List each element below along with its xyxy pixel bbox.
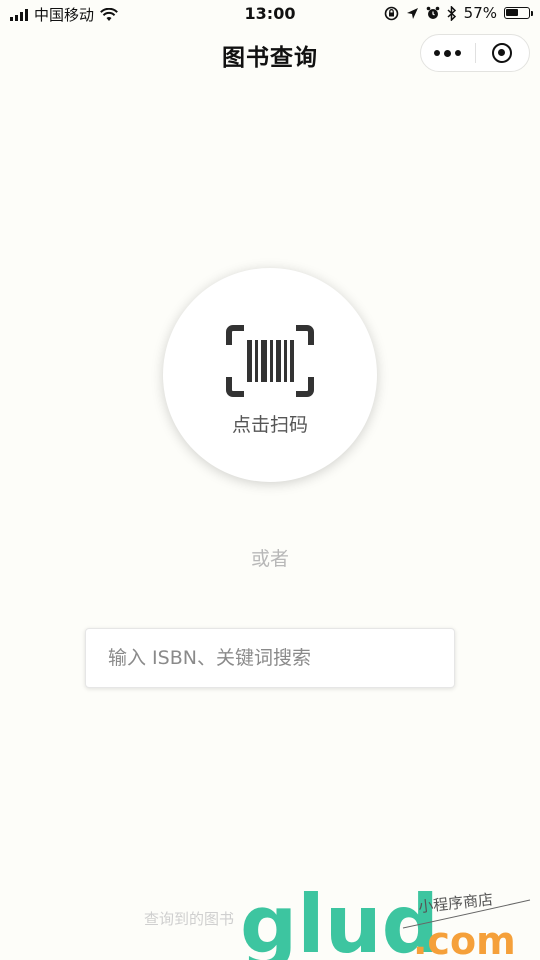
watermark-logo: glud .com 小程序商店 xyxy=(240,880,531,960)
footer-note: 查询到的图书 xyxy=(144,910,235,928)
more-dots-icon xyxy=(434,49,462,57)
status-right: 57% xyxy=(384,4,533,22)
mini-program-capsule xyxy=(420,34,530,72)
navigation-bar: 图书查询 xyxy=(0,28,540,78)
or-divider-text: 或者 xyxy=(250,548,289,570)
target-circle-icon xyxy=(492,43,513,63)
rotation-lock-icon xyxy=(384,6,398,20)
status-bar: 中国移动 13:00 57% xyxy=(0,0,540,28)
battery-icon xyxy=(504,7,533,19)
watermark-brand: glud xyxy=(240,880,439,960)
watermark-suffix: .com xyxy=(413,919,516,960)
search-input[interactable] xyxy=(85,628,455,688)
barcode-scan-icon xyxy=(226,325,314,397)
alarm-icon xyxy=(426,6,439,19)
scan-barcode-button[interactable]: 点击扫码 xyxy=(163,268,377,482)
battery-percent: 57% xyxy=(463,4,497,22)
location-icon xyxy=(406,7,418,19)
scan-label: 点击扫码 xyxy=(231,414,308,436)
bluetooth-icon xyxy=(447,5,456,21)
more-button[interactable] xyxy=(421,35,475,71)
close-mini-program-button[interactable] xyxy=(476,35,530,71)
